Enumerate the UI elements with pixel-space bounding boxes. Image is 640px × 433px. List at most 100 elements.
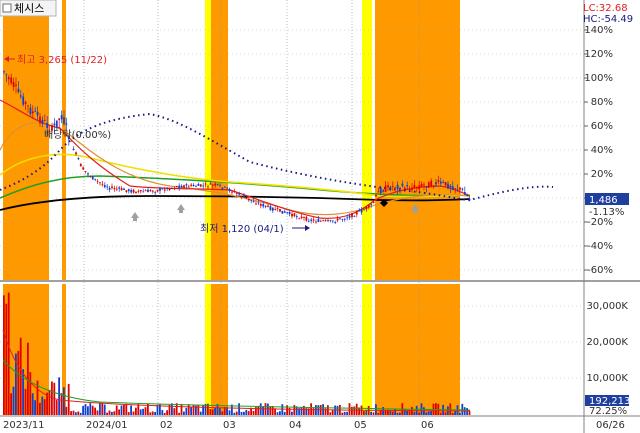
volume-bar-27 <box>67 383 70 415</box>
tick-120: 120% <box>584 49 613 60</box>
candle-body-112 <box>271 207 274 211</box>
volume-bar-168 <box>406 410 408 415</box>
volume-bar-88 <box>214 407 216 415</box>
volume-bar-55 <box>135 407 137 415</box>
volume-bar-53 <box>130 405 132 415</box>
candle-body-56 <box>137 190 140 192</box>
candle-body-47 <box>115 188 118 190</box>
candle-body-164 <box>396 184 399 190</box>
candle-body-91 <box>221 187 224 190</box>
volume-bar-83 <box>202 405 204 415</box>
tick-neg60: -60% <box>587 265 613 276</box>
volume-bar-42 <box>103 404 106 415</box>
candle-body-185 <box>447 183 449 189</box>
candle-body-139 <box>336 218 339 221</box>
candle-body-178 <box>430 180 433 187</box>
volume-bar-91 <box>221 411 224 415</box>
date-tick-03: 03 <box>223 420 236 431</box>
volume-bar-77 <box>187 404 190 415</box>
candle-body-35 <box>87 173 89 175</box>
candle-body-157 <box>379 187 382 193</box>
candle-body-9 <box>24 101 27 104</box>
candle-body-52 <box>127 189 130 192</box>
candle-body-88 <box>214 183 217 186</box>
candle-body-89 <box>216 183 219 185</box>
volume-bar-25 <box>63 387 65 415</box>
volume-bar-87 <box>211 409 214 415</box>
candle-body-97 <box>235 193 238 194</box>
candle-body-84 <box>204 183 207 185</box>
volume-bar-24 <box>60 393 63 415</box>
candle-body-138 <box>334 221 337 223</box>
yellow-band-1-vol <box>205 284 211 415</box>
yellow-band-2 <box>362 0 372 280</box>
title-tab[interactable]: 체시스 <box>0 0 57 17</box>
candle-body-109 <box>264 205 267 207</box>
volume-bar-177 <box>427 411 430 415</box>
candle-body-135 <box>327 220 329 222</box>
volume-bar-98 <box>238 403 240 415</box>
checkbox-icon[interactable] <box>2 3 12 13</box>
candle-body-163 <box>394 187 397 189</box>
candle-body-77 <box>187 186 190 188</box>
candle-body-42 <box>103 185 106 188</box>
volume-bar-111 <box>269 405 272 415</box>
date-tick-05: 05 <box>354 420 367 431</box>
yellow-band-1 <box>205 0 211 280</box>
candle-body-146 <box>353 216 356 217</box>
candle-body-190 <box>459 187 461 190</box>
candle-body-43 <box>106 186 109 188</box>
volume-bar-144 <box>348 403 351 415</box>
candle-body-15 <box>39 116 41 123</box>
volume-bar-0 <box>3 295 5 415</box>
candle-body-155 <box>375 194 377 197</box>
candle-body-76 <box>185 184 188 186</box>
volume-bar-100 <box>243 411 245 415</box>
orange-band-4 <box>375 0 460 280</box>
candle-body-121 <box>293 213 296 217</box>
volume-bar-22 <box>55 400 58 415</box>
candle-body-183 <box>442 181 445 183</box>
volume-bar-141 <box>341 412 344 415</box>
candle-body-143 <box>346 217 349 219</box>
candle-body-176 <box>425 186 428 188</box>
current-price: 1,486 <box>589 195 618 206</box>
candle-body-128 <box>310 219 313 221</box>
candle-body-54 <box>132 189 135 193</box>
candle-body-175 <box>423 184 425 186</box>
volume-bar-1 <box>5 303 8 415</box>
candle-body-118 <box>286 212 289 214</box>
volume-bar-150 <box>363 411 365 415</box>
candle-body-96 <box>233 191 236 193</box>
candle-body-37 <box>91 176 94 180</box>
volume-bar-6 <box>17 350 20 415</box>
candle-body-67 <box>163 189 166 191</box>
volume-bar-15 <box>39 402 41 415</box>
volume-bar-38 <box>94 407 96 415</box>
date-tick-02: 02 <box>160 420 173 431</box>
candle-body-3 <box>10 77 13 84</box>
candle-body-159 <box>384 185 387 192</box>
orange-band-4-vol <box>375 284 460 415</box>
candle-body-166 <box>401 183 404 186</box>
tick-40: 40% <box>591 145 613 156</box>
candle-body-179 <box>432 185 435 188</box>
candle-body-180 <box>435 182 437 185</box>
candle-body-81 <box>197 184 200 186</box>
volume-bar-71 <box>173 408 176 415</box>
candle-body-38 <box>94 178 97 180</box>
candle-body-93 <box>226 187 229 189</box>
candle-body-21 <box>53 123 56 126</box>
orange-band-1 <box>3 0 49 280</box>
candle-body-60 <box>147 189 149 193</box>
candle-body-113 <box>274 209 277 211</box>
volume-bar-173 <box>418 412 420 415</box>
candle-body-10 <box>27 105 29 107</box>
candle-body-1 <box>5 74 8 76</box>
candle-body-46 <box>113 188 116 190</box>
tick-80: 80% <box>591 97 613 108</box>
volume-bar-37 <box>91 405 94 415</box>
candle-body-86 <box>209 183 212 185</box>
yellow-band-2-vol <box>362 284 372 415</box>
volume-bar-31 <box>77 411 80 415</box>
